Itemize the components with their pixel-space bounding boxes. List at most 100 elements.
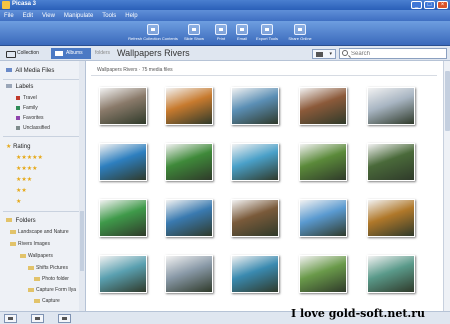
photo-tray-button[interactable] — [4, 314, 17, 323]
label-color-icon — [16, 115, 20, 120]
photo-thumbnail[interactable] — [299, 143, 347, 181]
folder-icon — [10, 229, 16, 234]
photo-thumbnail[interactable] — [231, 199, 279, 237]
rating-heading: Rating — [13, 144, 31, 150]
label-name: Travel — [23, 95, 37, 101]
share-online-button[interactable]: Share Online — [285, 24, 315, 41]
globe-icon — [294, 24, 306, 35]
scrollbar-thumb[interactable] — [445, 71, 450, 131]
menu-view[interactable]: View — [42, 13, 55, 19]
divider — [3, 211, 81, 212]
watermark: I love gold-soft.net.ru — [291, 307, 426, 320]
folder-item[interactable]: Wallpapers — [20, 253, 53, 259]
export-tools-button[interactable]: Export Tools — [253, 24, 281, 41]
breadcrumb: Wallpapers Rivers · 75 media files — [97, 67, 173, 73]
menu-tools[interactable]: Tools — [102, 13, 116, 19]
slideshow-label: Slide Show — [183, 36, 204, 41]
menu-edit[interactable]: Edit — [23, 13, 33, 19]
menu-file[interactable]: File — [4, 13, 14, 19]
photo-thumbnail[interactable] — [299, 255, 347, 293]
view-mode-dropdown[interactable]: ▾ — [312, 49, 336, 59]
tab-collection[interactable]: Collection — [2, 48, 50, 59]
photo-thumbnail[interactable] — [367, 143, 415, 181]
label-item-favorites[interactable]: Favorites — [16, 115, 44, 121]
slideshow-icon — [188, 24, 200, 35]
tab-collection-label: Collection — [17, 50, 39, 56]
close-icon[interactable]: × — [437, 1, 448, 9]
folder-item[interactable]: Landscape and Nature — [10, 229, 69, 235]
export-tray-button[interactable] — [31, 314, 44, 323]
email-button[interactable]: Email — [233, 24, 251, 41]
sidebar: All Media Files Labels Travel Family Fav… — [0, 61, 86, 311]
photo-thumbnail[interactable] — [299, 87, 347, 125]
photo-thumbnail[interactable] — [99, 143, 147, 181]
photo-thumbnail[interactable] — [99, 255, 147, 293]
maximize-icon[interactable]: □ — [424, 1, 435, 9]
rating-four-stars[interactable]: ★★★★ — [16, 165, 38, 172]
photo-thumbnail[interactable] — [165, 255, 213, 293]
folder-icon — [28, 265, 34, 270]
photo-thumbnail[interactable] — [367, 199, 415, 237]
labels-header[interactable]: Labels — [6, 84, 33, 90]
divider — [3, 79, 81, 80]
label-item-unclassified[interactable]: Unclassified — [16, 125, 50, 131]
photo-thumbnail[interactable] — [231, 255, 279, 293]
folder-item[interactable]: Rivers Images — [10, 241, 50, 247]
scrollbar-thumb[interactable] — [80, 211, 84, 271]
rating-three-stars[interactable]: ★★★ — [16, 176, 32, 183]
search-box[interactable] — [339, 48, 447, 59]
folder-icon — [10, 241, 16, 246]
email-label: Email — [236, 36, 247, 41]
photo-thumbnail[interactable] — [367, 255, 415, 293]
refresh-button[interactable]: Refresh Collection Contents — [128, 24, 178, 41]
printer-icon — [215, 24, 227, 35]
photo-thumbnail[interactable] — [299, 199, 347, 237]
title-bar: Picasa 3 _ □ × — [0, 0, 450, 10]
photo-thumbnail[interactable] — [231, 143, 279, 181]
rating-two-stars[interactable]: ★★ — [16, 187, 27, 194]
tab-albums-label: Albums — [66, 50, 83, 56]
upload-tray-button[interactable] — [58, 314, 71, 323]
photo-thumbnail[interactable] — [165, 199, 213, 237]
refresh-label: Refresh Collection Contents — [128, 36, 178, 41]
photo-thumbnail[interactable] — [165, 87, 213, 125]
divider — [3, 136, 81, 137]
sidebar-scrollbar[interactable] — [79, 61, 85, 311]
window-controls: _ □ × — [411, 1, 448, 9]
menu-bar: File Edit View Manipulate Tools Help — [0, 10, 450, 21]
rating-five-stars[interactable]: ★★★★★ — [16, 154, 43, 161]
photo-thumbnail[interactable] — [165, 143, 213, 181]
rating-header[interactable]: ★ Rating — [6, 143, 30, 150]
labels-heading: Labels — [15, 84, 34, 90]
tab-albums[interactable]: Albums — [51, 48, 91, 59]
print-button[interactable]: Print — [212, 24, 230, 41]
menu-help[interactable]: Help — [125, 13, 137, 19]
photo-thumbnail[interactable] — [99, 199, 147, 237]
content-scrollbar[interactable] — [443, 61, 450, 311]
folder-icon — [28, 287, 34, 292]
label-name: Unclassified — [23, 125, 50, 131]
search-input[interactable] — [351, 50, 441, 58]
toolbar: Refresh Collection Contents Slide Show P… — [0, 21, 450, 46]
label-icon — [6, 84, 12, 89]
all-media-item[interactable]: All Media Files — [6, 68, 54, 74]
label-item-family[interactable]: Family — [16, 105, 38, 111]
folder-item[interactable]: Capture Form Ilya — [28, 287, 76, 293]
rating-one-star[interactable]: ★ — [16, 198, 21, 205]
folder-item[interactable]: Shifts Pictures — [28, 265, 68, 271]
label-item-travel[interactable]: Travel — [16, 95, 37, 101]
share-label: Share Online — [288, 36, 312, 41]
folder-item[interactable]: Photo folder — [34, 276, 69, 282]
menu-manipulate[interactable]: Manipulate — [64, 13, 93, 19]
label-name: Family — [23, 105, 38, 111]
photo-thumbnail[interactable] — [99, 87, 147, 125]
folder-item[interactable]: Capture — [34, 298, 60, 304]
photo-thumbnail[interactable] — [367, 87, 415, 125]
slideshow-button[interactable]: Slide Show — [182, 24, 206, 41]
minimize-icon[interactable]: _ — [411, 1, 422, 9]
folders-header[interactable]: Folders — [6, 218, 36, 224]
all-media-label: All Media Files — [15, 68, 55, 74]
photo-thumbnail[interactable] — [231, 87, 279, 125]
tab-bar: Collection Albums folders Wallpapers Riv… — [0, 46, 450, 61]
folder-name: Capture — [42, 298, 60, 304]
